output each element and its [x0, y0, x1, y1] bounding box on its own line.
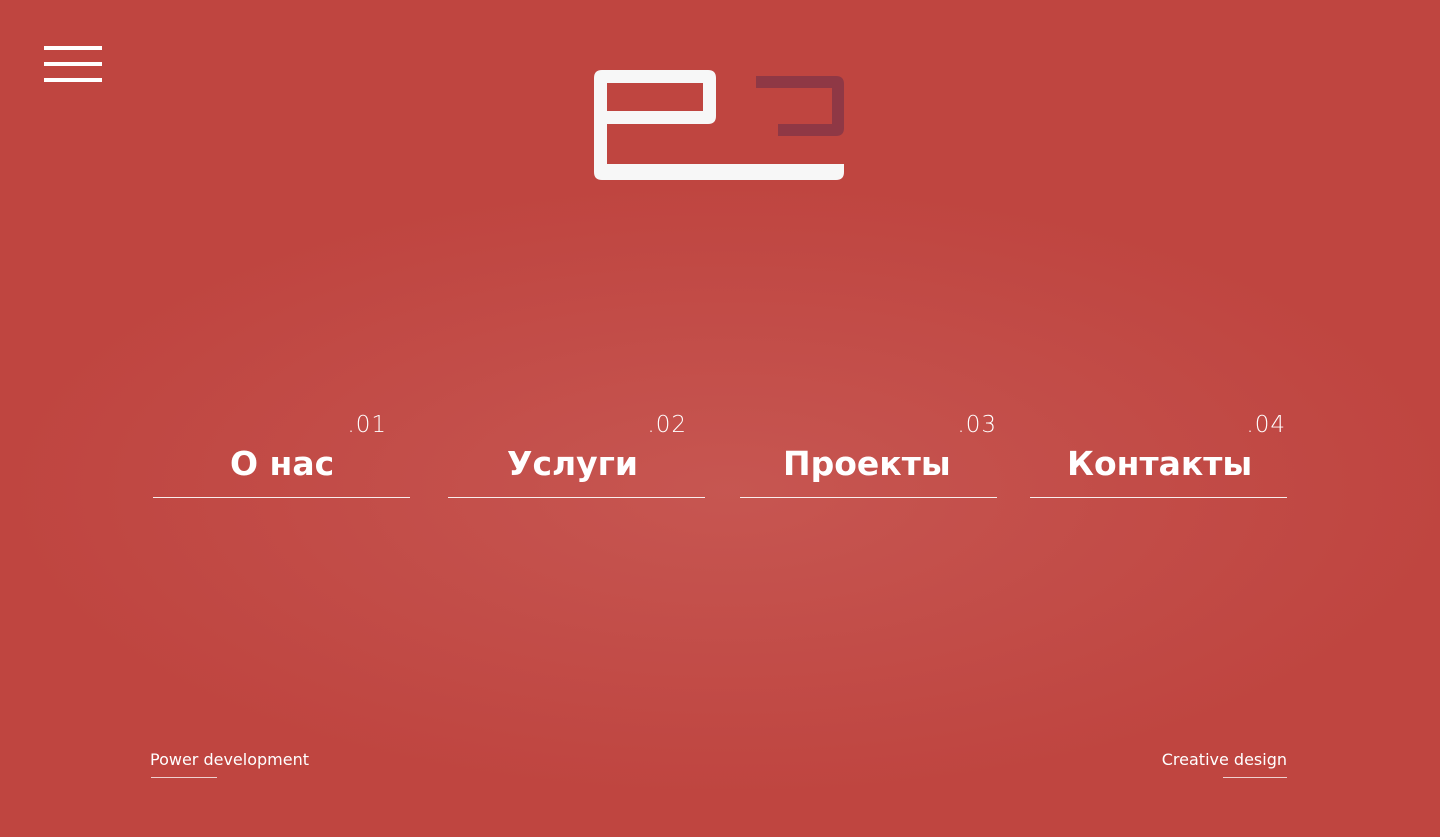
nav-item-contacts[interactable]: .04 Контакты — [1030, 410, 1287, 498]
logo-accent-shape — [756, 76, 844, 136]
nav-item-label: Услуги — [507, 444, 639, 483]
footer-underline — [151, 777, 217, 778]
nav-item-about[interactable]: .01 О нас — [153, 410, 410, 498]
footer-right-text: Creative design — [1161, 750, 1287, 769]
menu-bar — [44, 46, 102, 50]
hamburger-menu-icon[interactable] — [44, 46, 102, 84]
nav-item-number: .03 — [957, 412, 997, 438]
nav-item-number: .01 — [347, 412, 387, 438]
menu-bar — [44, 78, 102, 82]
footer-underline — [1223, 777, 1287, 778]
nav-item-projects[interactable]: .03 Проекты — [740, 410, 997, 498]
nav-item-label: О нас — [230, 444, 335, 483]
nav-item-label: Контакты — [1067, 444, 1253, 483]
p2-logo-icon[interactable] — [592, 68, 848, 182]
nav-item-number: .04 — [1246, 412, 1286, 438]
footer-power-development-link[interactable]: Power development — [150, 750, 310, 778]
menu-bar — [44, 62, 102, 66]
footer-left-text: Power development — [150, 750, 310, 769]
nav-item-label: Проекты — [783, 444, 951, 483]
nav-item-services[interactable]: .02 Услуги — [448, 410, 705, 498]
footer-creative-design-link[interactable]: Creative design — [1161, 750, 1287, 778]
main-navigation: .01 О нас .02 Услуги .03 Проекты .04 Кон… — [0, 410, 1440, 510]
nav-item-number: .02 — [647, 412, 687, 438]
